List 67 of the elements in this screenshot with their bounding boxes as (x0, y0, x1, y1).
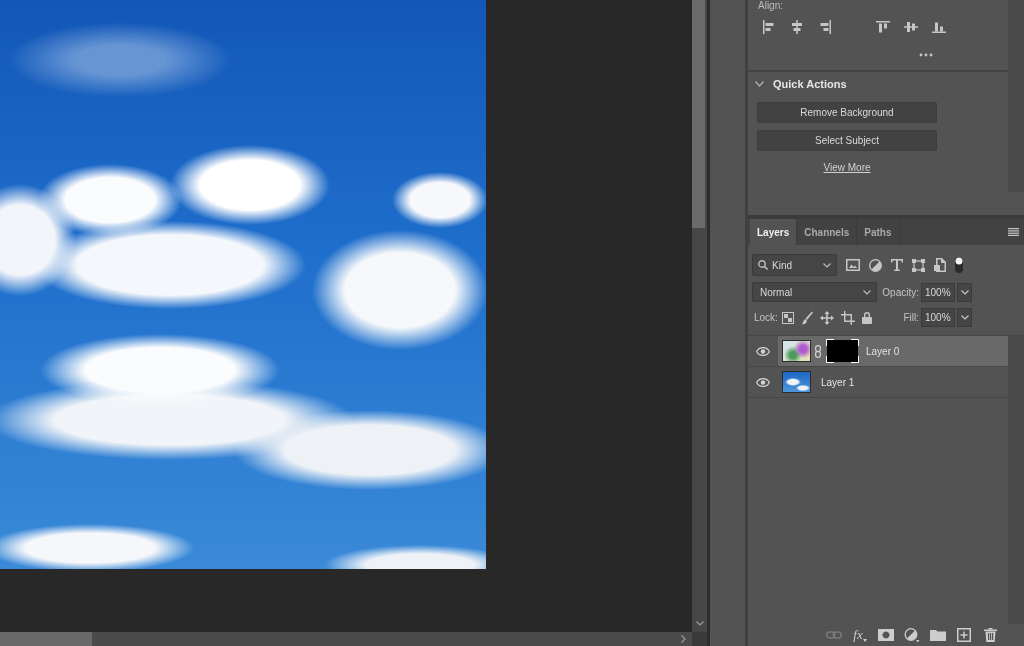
mask-icon[interactable] (878, 629, 894, 641)
blend-mode-dropdown[interactable]: Normal (752, 282, 877, 302)
transform-icon[interactable] (912, 258, 925, 272)
toggle-switch[interactable] (955, 257, 963, 273)
scrollbar[interactable] (1008, 336, 1024, 624)
scrollbar-thumb[interactable] (0, 632, 92, 646)
half-circle-icon[interactable] (904, 627, 920, 643)
trash-icon[interactable] (983, 628, 997, 642)
document-icon[interactable] (934, 258, 946, 272)
chevron-down-icon[interactable] (960, 289, 969, 295)
filter-dropdown[interactable]: Kind (752, 254, 837, 276)
effects-button[interactable]: fx (853, 628, 867, 642)
opacity-label: Opacity: (882, 286, 919, 298)
panel-tab[interactable]: Paths (857, 219, 900, 245)
align-center-icon[interactable] (790, 20, 804, 34)
action-button[interactable]: Select Subject (757, 130, 937, 151)
lock-label: Lock: (754, 312, 778, 323)
dropdown-button[interactable] (957, 282, 972, 302)
caret-icon[interactable] (862, 639, 867, 642)
move-icon[interactable] (819, 310, 834, 325)
align-top-icon[interactable] (876, 20, 890, 34)
chevron-down-icon[interactable] (863, 289, 871, 295)
checkerboard-icon[interactable] (781, 311, 794, 324)
menu-icon[interactable] (1008, 228, 1019, 236)
layer-row[interactable]: Layer 1 (778, 367, 1008, 397)
scrollbar-thumb[interactable] (692, 0, 705, 228)
panel-tab[interactable]: Layers (750, 219, 798, 245)
fill-label: Fill: (903, 312, 919, 323)
horizontal-scrollbar[interactable] (0, 632, 692, 646)
layer-row[interactable]: Layer 0 (778, 336, 1008, 366)
brush-icon[interactable] (800, 310, 813, 325)
thumbnail-placeholder (782, 371, 811, 393)
eye-icon[interactable] (756, 377, 770, 387)
align-right-icon[interactable] (818, 20, 832, 34)
dropdown-button[interactable] (957, 308, 972, 327)
opacity-field[interactable]: 100% (921, 282, 955, 302)
padlock-icon[interactable] (861, 311, 872, 324)
type-icon[interactable] (891, 259, 903, 271)
eye-icon[interactable] (756, 346, 770, 356)
view-more-link[interactable]: View More (823, 161, 871, 174)
chevron-down-icon[interactable] (695, 621, 704, 626)
panel-tab[interactable]: Channels (797, 219, 858, 245)
mask-thumbnail[interactable] (826, 339, 859, 363)
chevron-down-icon[interactable] (823, 262, 831, 268)
new-layer-icon[interactable] (957, 628, 971, 642)
image-icon[interactable] (846, 259, 860, 271)
vertical-scrollbar[interactable] (692, 0, 707, 632)
chevron-down-icon[interactable] (960, 315, 969, 320)
fill-field[interactable]: 100% (921, 308, 955, 327)
align-label: Align: (757, 0, 783, 12)
more-icon[interactable] (919, 53, 933, 57)
half-circle-icon[interactable] (869, 258, 882, 272)
align-left-icon[interactable] (762, 20, 776, 34)
action-button[interactable]: Remove Background (757, 102, 937, 123)
crop-icon[interactable] (840, 310, 855, 325)
scrollbar-corner (692, 632, 707, 646)
section-title: Quick Actions (773, 77, 847, 91)
layer-name: Layer 1 (821, 376, 855, 388)
thumbnail-placeholder (782, 340, 811, 362)
align-middle-icon[interactable] (904, 20, 918, 34)
layer-name: Layer 0 (866, 345, 900, 357)
align-bottom-icon[interactable] (932, 20, 946, 34)
folder-icon[interactable] (930, 629, 946, 641)
chain-link-icon[interactable] (815, 344, 821, 358)
chevron-down-icon[interactable] (755, 81, 764, 87)
chevron-right-icon[interactable] (681, 635, 686, 643)
search-icon[interactable] (758, 260, 768, 270)
